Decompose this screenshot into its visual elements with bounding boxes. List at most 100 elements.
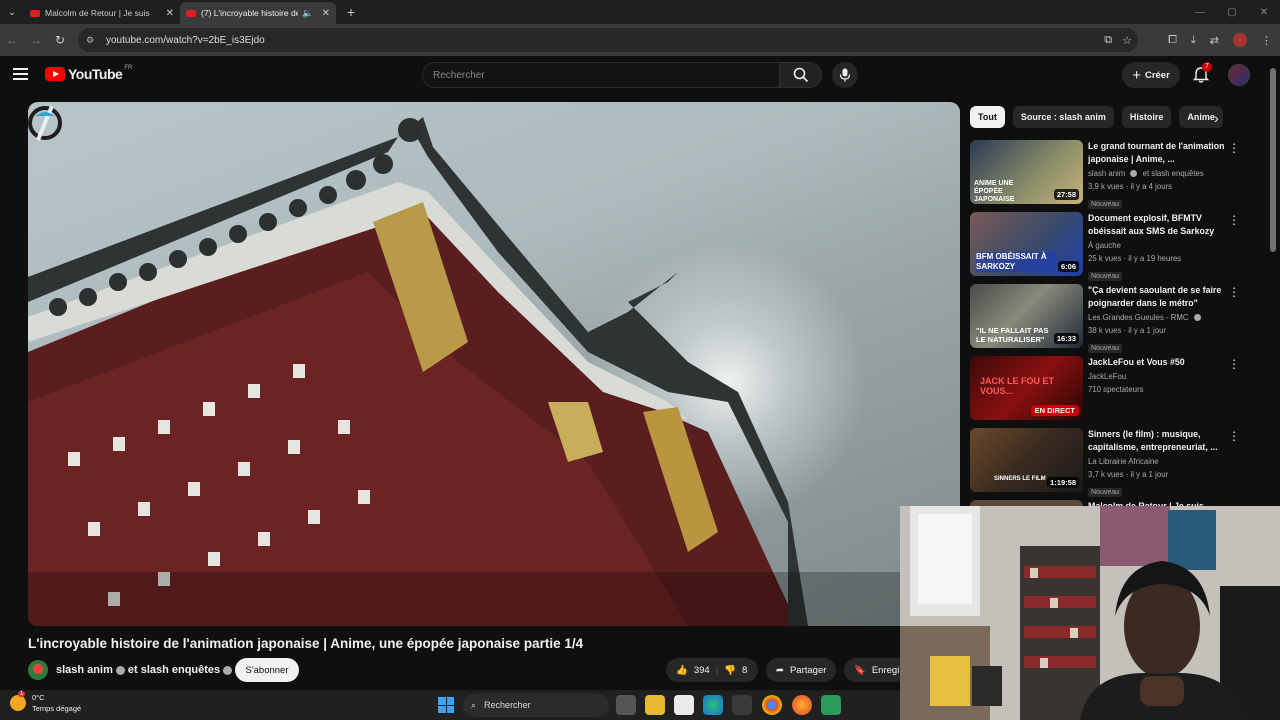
back-arrow-icon[interactable]: ← — [0, 28, 24, 52]
youtube-logo[interactable]: YouTube FR — [45, 65, 133, 82]
site-info-icon[interactable]: ⚙ — [84, 34, 96, 46]
install-app-icon[interactable]: ⧉ — [1104, 34, 1112, 47]
chrome-browser-icon[interactable] — [762, 695, 782, 715]
browser-tab-2[interactable]: (7) L'incroyable histoire de 🔈 ✕ — [180, 2, 336, 24]
tab-list-chevron-icon[interactable]: ⌄ — [0, 0, 24, 24]
duration-badge: 16:33 — [1053, 333, 1079, 344]
account-avatar[interactable] — [1228, 64, 1250, 86]
store-icon[interactable] — [732, 695, 752, 715]
hamburger-menu-icon[interactable] — [13, 68, 28, 80]
like-dislike-button[interactable]: 👍 394 | 👎 8 — [666, 658, 758, 682]
minimize-icon[interactable]: — — [1184, 0, 1216, 24]
windows-start-icon[interactable] — [438, 697, 454, 713]
recommendation-item[interactable]: BFM OBÉISSAIT À SARKOZY 6:06 Document ex… — [970, 212, 1270, 281]
forward-arrow-icon[interactable]: → — [24, 28, 48, 52]
chip-history[interactable]: Histoire — [1121, 106, 1172, 128]
weather-badge: 1 — [18, 691, 26, 697]
verified-check-icon — [1130, 170, 1138, 178]
channel-joint-name[interactable]: et slash enquêtes — [128, 664, 220, 676]
close-tab-icon[interactable]: ✕ — [166, 8, 174, 19]
more-options-icon[interactable]: ⋮ — [1228, 286, 1240, 298]
search-button[interactable] — [780, 62, 822, 88]
edge-browser-icon[interactable] — [703, 695, 723, 715]
search-input[interactable]: Rechercher — [422, 62, 780, 88]
url-text: youtube.com/watch?v=2bE_is3Ejdo — [106, 34, 265, 46]
browser-menu-icon[interactable]: ⋮ — [1261, 34, 1272, 47]
reload-icon[interactable]: ↻ — [48, 28, 72, 52]
voice-search-button[interactable] — [832, 62, 858, 88]
video-thumbnail[interactable]: ANIME UNE ÉPOPÉE JAPONAISE 27:58 — [970, 140, 1083, 204]
new-tab-plus-icon[interactable]: + — [342, 4, 360, 20]
taskbar-search[interactable]: ⌕ Rechercher — [463, 693, 609, 717]
duration-badge: 27:58 — [1053, 189, 1079, 200]
chip-all[interactable]: Tout — [970, 106, 1005, 128]
weather-widget[interactable]: 1 0°C Temps dégagé — [10, 691, 81, 714]
close-window-icon[interactable]: ✕ — [1248, 0, 1280, 24]
firefox-browser-icon[interactable] — [792, 695, 812, 715]
channel-name[interactable]: slash anim — [56, 664, 113, 676]
chip-source[interactable]: Source : slash anim — [1012, 106, 1114, 128]
extensions-icon[interactable]: ⧠ — [1168, 34, 1177, 47]
search-icon — [793, 67, 808, 83]
recommendation-channel: JackLeFou — [1088, 372, 1127, 381]
more-options-icon[interactable]: ⋮ — [1228, 214, 1240, 226]
recommendation-item[interactable]: SINNERS LE FILM 1:19:58 Sinners (le film… — [970, 428, 1270, 497]
profile-icon[interactable] — [1233, 33, 1247, 47]
recommendation-item[interactable]: ANIME UNE ÉPOPÉE JAPONAISE 27:58 Le gran… — [970, 140, 1270, 209]
video-player[interactable] — [28, 102, 960, 626]
recommendation-title: Document explosif, BFMTV obéissait aux S… — [1088, 213, 1215, 236]
chips-next-chevron-icon[interactable]: › — [1214, 110, 1219, 126]
tab-search-icon[interactable]: ⇄ — [1210, 34, 1219, 47]
more-options-icon[interactable]: ⋮ — [1228, 142, 1240, 154]
browser-tab-1[interactable]: Malcolm de Retour | Je suis ✕ — [24, 2, 180, 24]
notifications-button[interactable]: 7 — [1190, 62, 1212, 86]
video-thumbnail[interactable]: BFM OBÉISSAIT À SARKOZY 6:06 — [970, 212, 1083, 276]
url-bar[interactable]: ⚙ youtube.com/watch?v=2bE_is3Ejdo ⧉ ☆ — [78, 28, 1138, 52]
save-button[interactable]: 🔖 Enregi — [844, 658, 900, 682]
logo-text: YouTube — [68, 66, 123, 82]
live-badge: EN DIRECT — [1030, 405, 1079, 416]
recommendation-title: JackLeFou et Vous #50 — [1088, 357, 1185, 367]
webcam-overlay — [900, 506, 1280, 720]
recommendation-title: "Ça devient saoulant de se faire poignar… — [1088, 285, 1222, 308]
video-thumbnail[interactable]: SINNERS LE FILM 1:19:58 — [970, 428, 1083, 492]
channel-avatar[interactable] — [28, 660, 48, 680]
recommendation-channel: Les Grandes Gueules - RMC — [1088, 313, 1189, 322]
verified-check-icon — [223, 665, 233, 675]
duration-badge: 6:06 — [1057, 261, 1079, 272]
country-code: FR — [124, 65, 133, 71]
recommendation-title: Le grand tournant de l'animation japonai… — [1088, 141, 1225, 164]
bookmark-star-icon[interactable]: ☆ — [1122, 34, 1132, 47]
page-scrollbar[interactable] — [1270, 68, 1276, 252]
thumbnail-caption: JACK LE FOU ET VOUS... — [980, 376, 1055, 396]
recommendation-title: Sinners (le film) : musique, capitalisme… — [1088, 429, 1218, 452]
more-options-icon[interactable]: ⋮ — [1228, 358, 1240, 370]
subscribe-button[interactable]: S'abonner — [235, 658, 299, 682]
recommendation-item[interactable]: JACK LE FOU ET VOUS... EN DIRECT JackLeF… — [970, 356, 1270, 424]
share-button[interactable]: ➦ Partager — [766, 658, 837, 682]
verified-check-icon — [1193, 314, 1201, 322]
task-view-icon[interactable] — [616, 695, 636, 715]
windows-taskbar: 1 0°C Temps dégagé ⌕ Rechercher — [0, 690, 900, 720]
file-explorer-icon[interactable] — [645, 695, 665, 715]
video-thumbnail[interactable]: JACK LE FOU ET VOUS... EN DIRECT — [970, 356, 1083, 420]
share-arrow-icon: ➦ — [776, 664, 784, 676]
video-thumbnail[interactable]: "IL NE FALLAIT PAS LE NATURALISER" 16:33 — [970, 284, 1083, 348]
bookmark-icon: 🔖 — [854, 664, 866, 676]
recommendation-channel: À gauche — [1088, 241, 1121, 250]
filter-chips: Tout Source : slash anim Histoire Anime — [970, 106, 1232, 130]
create-button[interactable]: + Créer — [1122, 62, 1180, 88]
thumbs-up-icon[interactable]: 👍 — [676, 665, 688, 676]
more-options-icon[interactable]: ⋮ — [1228, 430, 1240, 442]
maximize-icon[interactable]: ▢ — [1216, 0, 1248, 24]
temperature: 0°C — [32, 693, 45, 702]
close-tab-icon[interactable]: ✕ — [322, 8, 330, 19]
speaker-icon[interactable]: 🔈 — [302, 8, 313, 19]
download-icon[interactable]: ⤓ — [1191, 34, 1196, 47]
app-icon[interactable] — [821, 695, 841, 715]
thumbs-down-icon[interactable]: 👎 — [724, 665, 736, 676]
notepad-icon[interactable] — [674, 695, 694, 715]
recommendation-item[interactable]: "IL NE FALLAIT PAS LE NATURALISER" 16:33… — [970, 284, 1270, 353]
youtube-header: YouTube FR Rechercher + Créer 7 — [0, 56, 1280, 94]
video-title: L'incroyable histoire de l'animation jap… — [28, 636, 584, 651]
